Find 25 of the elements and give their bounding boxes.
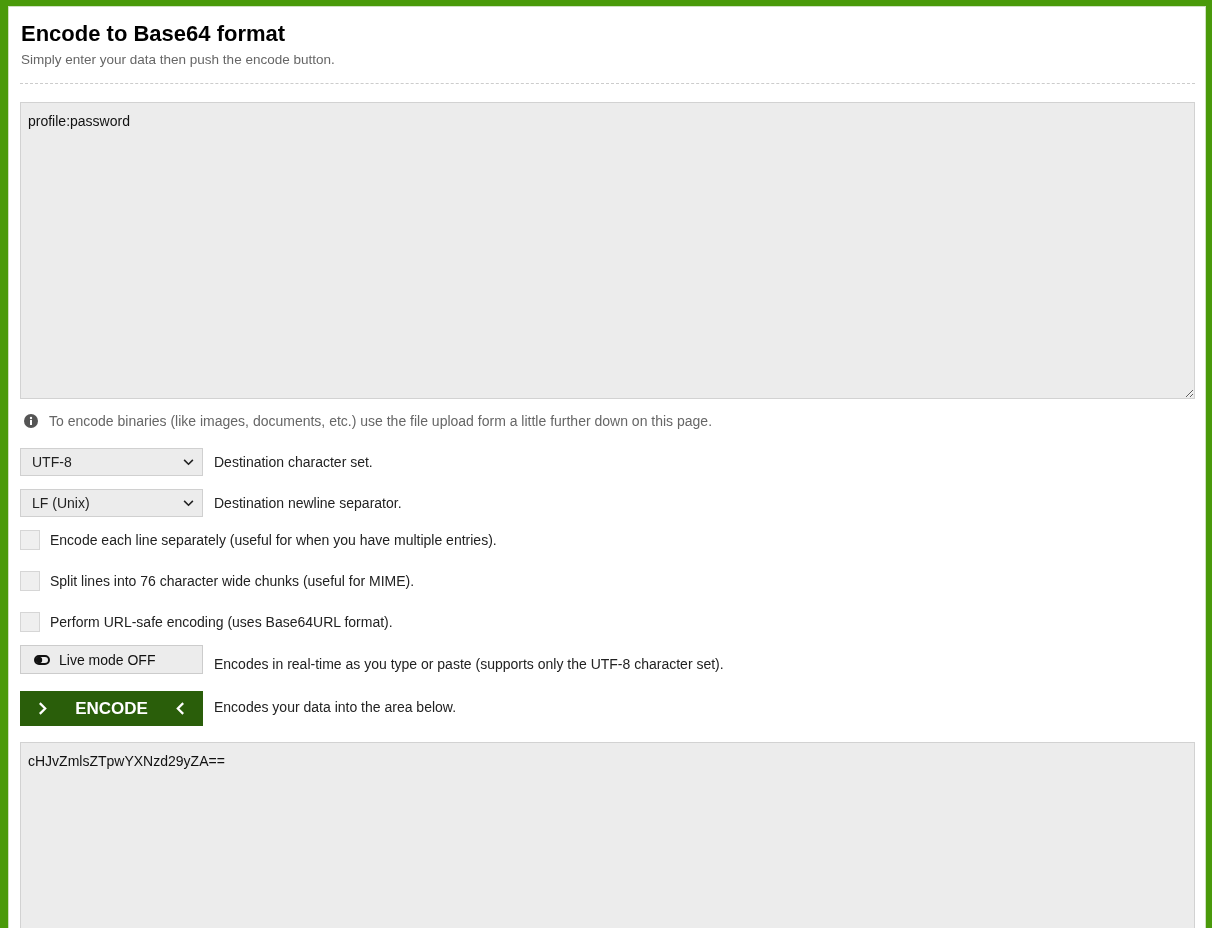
- page-title: Encode to Base64 format: [20, 20, 287, 48]
- live-mode-description: Encodes in real-time as you type or paste (supports only the UTF-8 character set).: [214, 655, 724, 672]
- checkbox[interactable]: [20, 571, 40, 591]
- dropdown[interactable]: LF (Unix): [20, 489, 203, 517]
- output-field[interactable]: cHJvZmlsZTpwYXNzd29yZA==: [20, 742, 1195, 928]
- checkbox-label: Split lines into 76 character wide chunks (useful for MIME).: [50, 573, 415, 589]
- checkbox-label: Encode each line separately (useful for when you have multiple entries).: [50, 532, 497, 548]
- encode-button[interactable]: ENCODE: [20, 691, 203, 726]
- info-icon: [24, 414, 38, 428]
- input-field[interactable]: profile:password: [20, 102, 1195, 399]
- dropdown[interactable]: UTF-8: [20, 448, 203, 476]
- info-note: To encode binaries (like images, documents, etc.) use the file upload form a little further down on this page.: [49, 413, 713, 429]
- checkbox[interactable]: [20, 612, 40, 632]
- chevron-down-icon: [183, 458, 194, 466]
- dropdown-label: Destination character set.: [214, 454, 373, 470]
- chevron-right-icon: [38, 702, 47, 715]
- checkbox-label: Perform URL-safe encoding (uses Base64URL format).: [50, 614, 393, 630]
- chevron-left-icon: [176, 702, 185, 715]
- dropdown-label: Destination newline separator.: [214, 495, 402, 511]
- checkbox[interactable]: [20, 530, 40, 550]
- chevron-down-icon: [183, 499, 194, 507]
- toggle-icon: [34, 654, 50, 665]
- encode-description: Encodes your data into the area below.: [214, 698, 457, 715]
- live-mode-button[interactable]: Live mode OFF: [20, 645, 203, 674]
- page-subtitle: Simply enter your data then push the encode button.: [20, 52, 336, 67]
